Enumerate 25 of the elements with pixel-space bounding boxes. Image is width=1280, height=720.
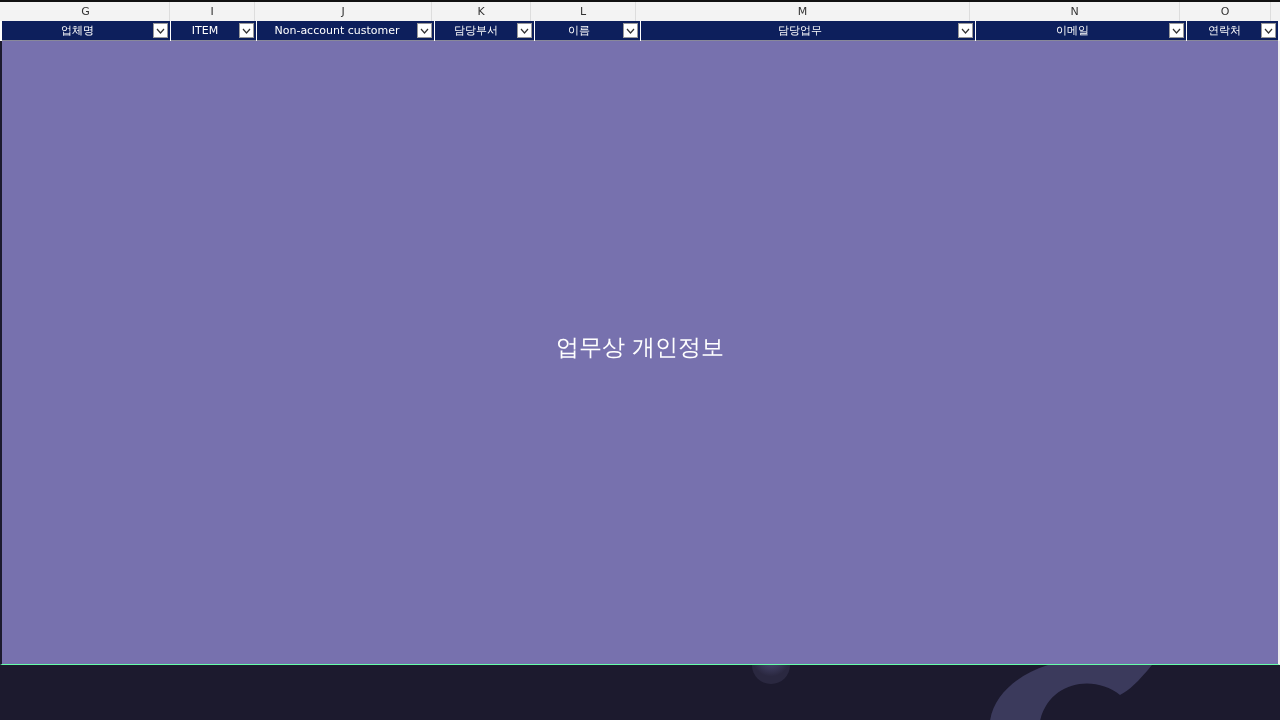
- header-cell: 이메일: [976, 21, 1186, 41]
- filter-button[interactable]: [1169, 23, 1184, 38]
- caret-icon: [961, 27, 970, 34]
- caret-icon: [156, 27, 165, 34]
- header-cell: 연락처: [1187, 21, 1278, 41]
- caret-icon: [520, 27, 529, 34]
- filter-button[interactable]: [958, 23, 973, 38]
- caret-icon: [1172, 27, 1181, 34]
- filter-button[interactable]: [239, 23, 254, 38]
- overlay-caption: 업무상 개인정보: [555, 333, 725, 362]
- header-cell: 업체명: [2, 21, 170, 41]
- filter-button[interactable]: [623, 23, 638, 38]
- filter-button[interactable]: [417, 23, 432, 38]
- header-cell: Non-account customer: [257, 21, 434, 41]
- header-cell: ITEM: [171, 21, 256, 41]
- caret-icon: [242, 27, 251, 34]
- header-cell: 이름: [535, 21, 640, 41]
- filter-button[interactable]: [153, 23, 168, 38]
- caret-icon: [626, 27, 635, 34]
- header-cell: 담당부서: [435, 21, 534, 41]
- filter-button[interactable]: [1261, 23, 1276, 38]
- caret-icon: [1264, 27, 1273, 34]
- caret-icon: [420, 27, 429, 34]
- filter-button[interactable]: [517, 23, 532, 38]
- header-cell: 담당업무: [641, 21, 975, 41]
